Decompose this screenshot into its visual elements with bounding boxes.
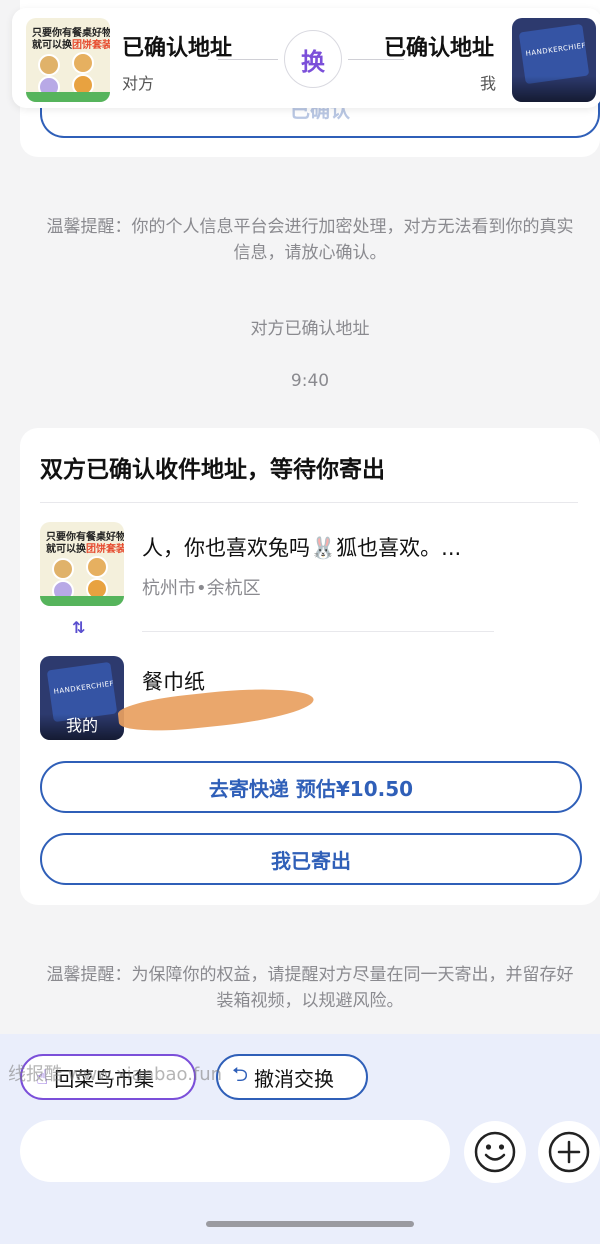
- thumb-shade: [512, 76, 596, 102]
- cancel-exchange-label: 撤消交换: [254, 1066, 335, 1091]
- plus-circle-icon: [548, 1131, 590, 1173]
- exchange-header: 只要你有餐桌好物 就可以换团饼套装 已确认地址 对方 换 已确认地址 我 HAN…: [12, 8, 600, 108]
- peer-party-label: 对方: [122, 74, 155, 93]
- swap-arrows-icon: ⇅: [72, 618, 86, 637]
- divider: [142, 631, 494, 632]
- package-label: HANDKERCHIEF: [53, 679, 115, 696]
- thumb-banner: [26, 92, 110, 102]
- message-timestamp: 9:40: [290, 371, 330, 391]
- peer-item-caption-2: 就可以换团饼套装: [46, 544, 124, 555]
- my-item-thumbnail[interactable]: HANDKERCHIEF: [512, 18, 596, 102]
- food-plate-image: [72, 52, 94, 74]
- food-plate-image: [86, 556, 108, 578]
- connector-line: [218, 59, 278, 60]
- peer-item-image[interactable]: 只要你有餐桌好物 就可以换团饼套装: [40, 522, 124, 606]
- my-party-label: 我: [480, 74, 497, 93]
- chat-bottom-bar: ☝ 回菜鸟市集 ⮌ 撤消交换 线报酷 www.xianbao.fun: [0, 1034, 600, 1244]
- divider: [40, 502, 578, 503]
- back-to-market-button[interactable]: ☝ 回菜鸟市集: [20, 1054, 196, 1100]
- message-input[interactable]: [20, 1120, 450, 1182]
- shipping-card-title: 双方已确认收件地址，等待你寄出: [40, 457, 385, 483]
- peer-thumb-caption-2: 就可以换团饼套装: [32, 40, 110, 51]
- back-to-market-label: 回菜鸟市集: [54, 1066, 155, 1091]
- home-indicator[interactable]: [206, 1221, 414, 1227]
- peer-item-title[interactable]: 人，你也喜欢兔吗🐰狐也喜欢。...: [142, 532, 461, 562]
- peer-confirmed-message: 对方已确认地址: [250, 319, 370, 339]
- shipping-card: 双方已确认收件地址，等待你寄出 只要你有餐桌好物 就可以换团饼套装 人，你也喜欢…: [20, 428, 600, 905]
- my-item-tag: 我的: [65, 716, 98, 735]
- my-item-title[interactable]: 餐巾纸: [142, 666, 205, 696]
- privacy-notice: 温馨提醒：你的个人信息平台会进行加密处理，对方无法看到你的真实信息，请放心确认。: [46, 217, 574, 263]
- already-shipped-button[interactable]: 我已寄出: [40, 833, 582, 885]
- emoji-button[interactable]: [464, 1121, 526, 1183]
- my-item-image[interactable]: HANDKERCHIEF 我的: [40, 656, 124, 740]
- send-courier-button[interactable]: 去寄快递 预估¥10.50: [40, 761, 582, 813]
- hand-pointer-icon: ☝: [36, 1065, 49, 1089]
- peer-item-thumbnail[interactable]: 只要你有餐桌好物 就可以换团饼套装: [26, 18, 110, 102]
- shipping-reminder: 温馨提醒：为保障你的权益，请提醒对方尽量在同一天寄出，并留存好装箱视频，以规避风…: [46, 965, 574, 1011]
- undo-icon: ⮌: [232, 1062, 249, 1086]
- thumb-banner: [40, 596, 124, 606]
- peer-status: 已确认地址: [122, 36, 233, 61]
- food-plate-image: [52, 558, 74, 580]
- peer-item-location: 杭州市•余杭区: [142, 578, 261, 599]
- food-plate-image: [38, 54, 60, 76]
- swap-icon: 换: [284, 30, 342, 88]
- my-status: 已确认地址: [384, 36, 495, 61]
- cancel-exchange-button[interactable]: ⮌ 撤消交换: [216, 1054, 368, 1100]
- smiley-icon: [474, 1131, 516, 1173]
- package-label: HANDKERCHIEF: [525, 41, 587, 58]
- more-button[interactable]: [538, 1121, 600, 1183]
